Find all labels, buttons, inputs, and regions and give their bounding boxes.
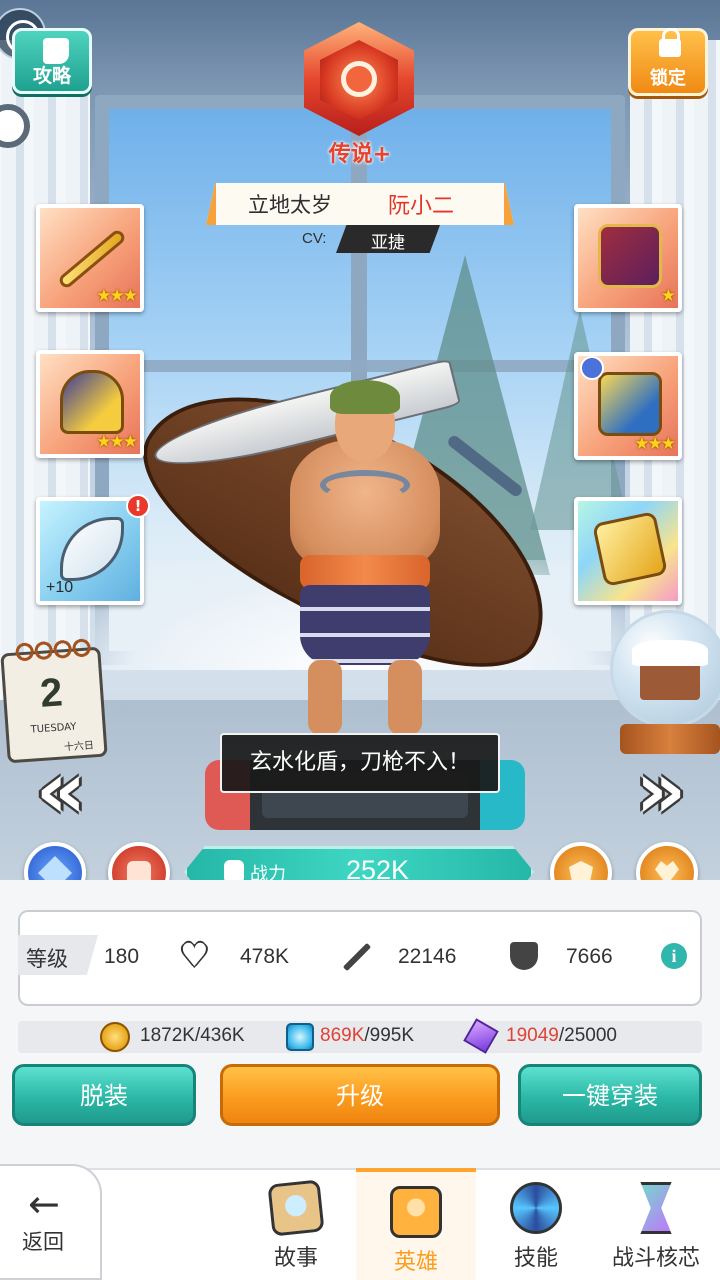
tab-skill[interactable]: 技能 xyxy=(476,1168,596,1280)
back-arrow-icon[interactable]: ← xyxy=(28,1182,60,1226)
cv-name: 亚捷 xyxy=(371,233,405,253)
chip-current: 869K xyxy=(320,1025,365,1046)
enhance-level: +10 xyxy=(46,579,74,596)
equip-all-button[interactable]: 一键穿装 xyxy=(518,1064,702,1126)
calendar-day: 2 xyxy=(38,670,64,716)
hero-belt xyxy=(300,555,430,589)
armor-icon xyxy=(598,224,662,288)
tab-story-label: 故事 xyxy=(273,1246,318,1271)
rarity-label: 传说+ xyxy=(328,142,392,167)
hero-tattoo xyxy=(320,470,410,500)
hero-hair xyxy=(330,380,400,414)
chip-icon xyxy=(286,1023,314,1051)
token-icon xyxy=(592,511,668,587)
star-rating: ★ xyxy=(660,286,676,306)
rarity-emblem-icon xyxy=(341,61,377,97)
cube-total: /25000 xyxy=(558,1025,617,1046)
star-rating: ★★★ xyxy=(634,434,676,454)
gold-amount: 1872K/436K xyxy=(140,1025,245,1046)
magnifier-book-icon xyxy=(267,1179,325,1237)
chip-amount: 869K/995K xyxy=(320,1025,414,1047)
gold-coin-icon xyxy=(100,1022,130,1052)
guide-label: 攻略 xyxy=(32,65,71,87)
tab-hero-label: 英雄 xyxy=(393,1250,438,1275)
boots-icon xyxy=(598,372,662,436)
star-rating: ★★★ xyxy=(96,432,138,452)
calendar-rings xyxy=(14,636,92,664)
helmet-icon xyxy=(60,370,124,434)
hp-heart-icon xyxy=(180,936,209,974)
equip-slot-weapon[interactable]: ★★★ xyxy=(36,204,144,312)
equip-slot-token[interactable] xyxy=(574,497,682,605)
calendar-weekday: TUESDAY xyxy=(30,721,77,736)
hero-pants xyxy=(300,585,430,665)
info-icon[interactable]: i xyxy=(661,943,687,969)
hero-leg-left xyxy=(308,660,342,735)
level-value: 180 xyxy=(104,945,140,968)
golden-spear-icon xyxy=(56,227,128,291)
next-hero-arrow-icon[interactable]: » xyxy=(626,752,696,830)
equip-slot-armor[interactable]: ★ xyxy=(574,204,682,312)
fist-icon xyxy=(224,860,244,882)
tab-hero[interactable]: 英雄 xyxy=(356,1168,476,1280)
lock-label: 锁定 xyxy=(650,68,686,89)
cube-current: 19049 xyxy=(506,1025,559,1046)
equip-slot-helmet[interactable]: ★★★ xyxy=(36,350,144,458)
defense-value: 7666 xyxy=(566,945,613,968)
saber-icon xyxy=(60,517,124,581)
tab-battle-core-label: 战斗核芯 xyxy=(611,1246,700,1271)
star-rating: ★★★ xyxy=(96,286,138,306)
upgrade-button[interactable]: 升级 xyxy=(220,1064,500,1126)
hero-portrait-icon xyxy=(390,1186,442,1238)
cv-label: CV: xyxy=(302,230,327,247)
hp-value: 478K xyxy=(240,945,290,968)
snow-globe-house xyxy=(640,660,700,700)
hero-quote-bubble: 玄水化盾，刀枪不入！ xyxy=(220,733,500,793)
vortex-icon xyxy=(510,1182,562,1234)
dna-helix-icon xyxy=(640,1182,672,1234)
padlock-icon xyxy=(659,28,681,57)
lock-button[interactable]: 锁定 xyxy=(628,28,708,96)
cube-amount: 19049/25000 xyxy=(506,1025,617,1047)
prev-hero-arrow-icon[interactable]: « xyxy=(26,752,96,830)
tab-battle-core[interactable]: 战斗核芯 xyxy=(596,1168,716,1280)
snow-globe-roof xyxy=(632,640,708,666)
hero-leg-right xyxy=(388,660,422,735)
attack-value: 22146 xyxy=(398,945,457,968)
hero-name: 阮小二 xyxy=(388,194,455,219)
unequip-button[interactable]: 脱装 xyxy=(12,1064,196,1126)
hero-title: 立地太岁 xyxy=(248,193,332,217)
chip-total: /995K xyxy=(364,1025,415,1046)
gem-socket-icon xyxy=(580,356,604,380)
guide-button[interactable]: 攻略 xyxy=(12,28,92,94)
tab-skill-label: 技能 xyxy=(513,1246,558,1271)
attack-sword-icon xyxy=(342,942,370,970)
defense-shield-icon xyxy=(510,942,538,970)
alert-badge-icon: ! xyxy=(126,494,150,518)
back-label[interactable]: 返回 xyxy=(22,1226,64,1256)
tab-story[interactable]: 故事 xyxy=(236,1168,356,1280)
level-label: 等级 xyxy=(26,947,68,971)
